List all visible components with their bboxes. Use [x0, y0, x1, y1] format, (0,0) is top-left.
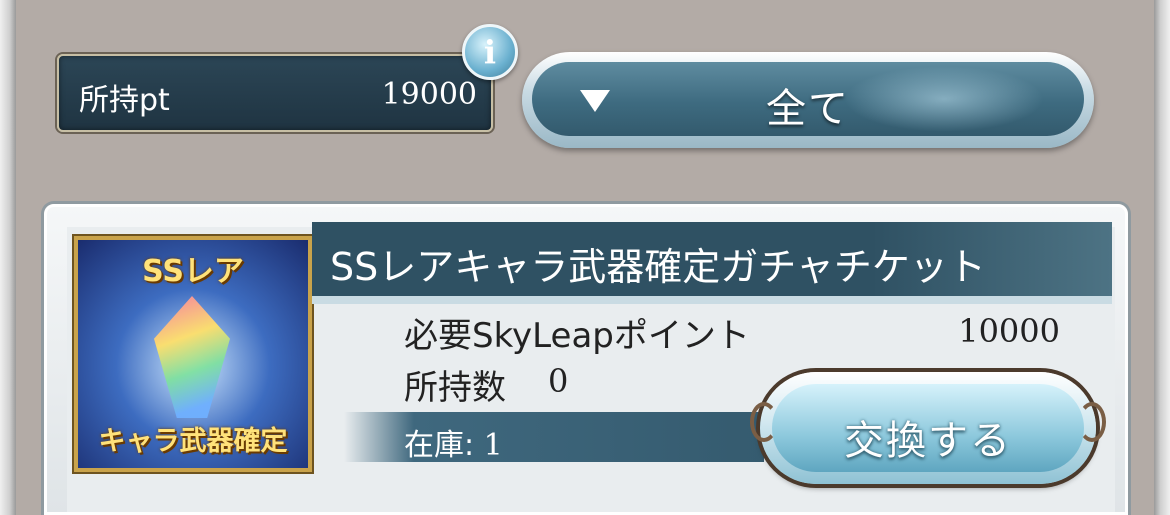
points-label: 所持pt — [79, 83, 170, 118]
filter-dropdown[interactable]: 全て — [522, 52, 1094, 148]
owned-count-value: 0 — [548, 362, 569, 400]
item-name-bar: SSレアキャラ武器確定ガチャチケット — [312, 222, 1112, 296]
stock-label: 在庫: — [404, 428, 484, 463]
cost-value: 10000 — [958, 312, 1060, 350]
owned-count-label: 所持数 — [404, 368, 506, 408]
points-value: 19000 — [381, 77, 477, 112]
thumbnail-rarity-text: SSレア — [142, 254, 244, 289]
ticket-thumbnail: SSレア キャラ武器確定 — [74, 236, 312, 472]
crystal-icon — [154, 296, 230, 418]
frame-left-edge — [0, 0, 16, 515]
filter-label: 全て — [766, 86, 850, 132]
stock-info: 在庫: 1 — [404, 420, 503, 464]
info-icon[interactable]: i — [462, 24, 518, 80]
exchange-button-label: 交換する — [844, 418, 1012, 464]
item-name: SSレアキャラ武器確定ガチャチケット — [330, 245, 986, 289]
item-name-divider — [312, 296, 1112, 304]
exchange-button[interactable]: 交換する — [750, 372, 1106, 484]
thumbnail-caption-text: キャラ武器確定 — [98, 426, 288, 457]
stock-value: 1 — [483, 428, 503, 463]
cost-label: 必要SkyLeapポイント — [404, 316, 750, 356]
frame-right-edge — [1154, 0, 1170, 515]
filter-dropdown-face: 全て — [532, 62, 1084, 136]
points-display: 所持pt 19000 — [57, 54, 493, 132]
exchange-button-face: 交換する — [772, 384, 1084, 472]
